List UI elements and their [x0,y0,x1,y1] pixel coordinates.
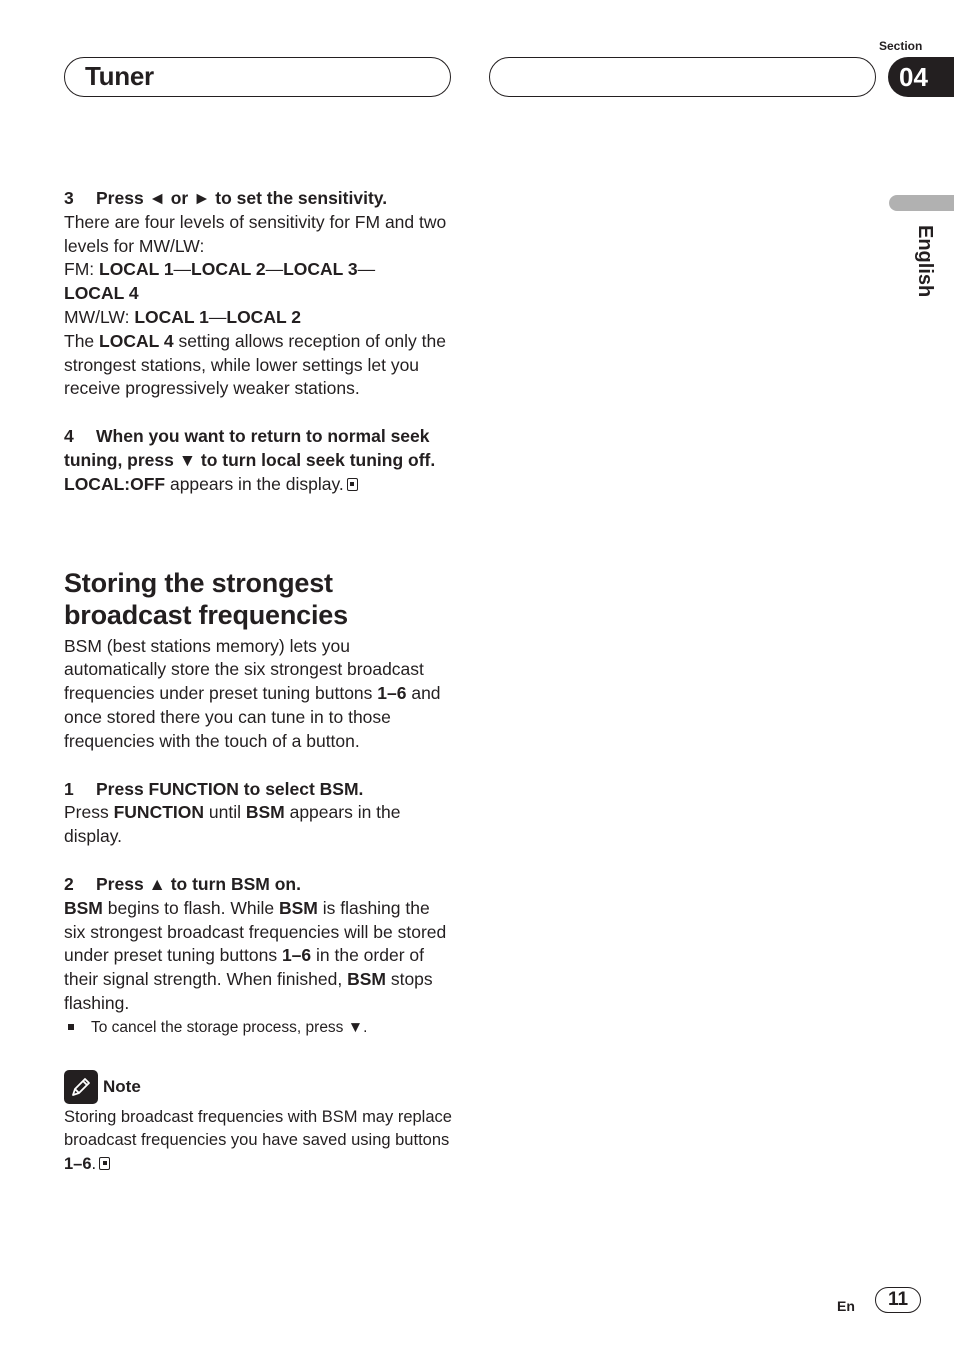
step-3-intro: There are four levels of sensitivity for… [64,211,447,256]
bsm-step-2-heading: 2 Press ▲ to turn BSM on. [64,873,301,894]
end-of-section-icon [346,477,358,491]
bullet-icon [68,1023,74,1030]
fm-levels: FM: LOCAL 1—LOCAL 2—LOCAL 3— LOCAL 4 [64,259,376,304]
section-heading: Storing the strongest broadcast frequenc… [64,567,348,630]
note-header: Note [64,1069,454,1104]
main-column: 3 Press ◄ or ► to set the sensitivity. Th… [64,187,454,1176]
note-label: Note [103,1076,141,1096]
page-number: 11 [875,1287,921,1313]
header-title-frame: Tuner [64,57,451,97]
bsm-step-2-description: BSM begins to flash. While BSM is flashi… [64,897,447,1013]
mwlw-levels: MW/LW: LOCAL 1—LOCAL 2 [64,306,301,327]
language-tab-bar [889,195,954,211]
step-4-description: LOCAL:OFF appears in the display. [64,473,454,497]
header-title: Tuner [85,61,154,91]
footer-language-code: En [837,1298,855,1314]
step-3-description: The LOCAL 4 setting allows reception of … [64,330,446,399]
section-number-tab: 04 [888,57,954,97]
section-label: Section [879,39,923,53]
step-4-heading: 4 When you want to return to normal seek … [64,426,436,470]
bsm-step-1-description: Press FUNCTION until BSM appears in the … [64,802,401,847]
section-number: 04 [899,62,928,92]
cancel-bullet: To cancel the storage process, press ▼. [64,1016,454,1040]
language-label: English [914,225,936,298]
bsm-step-1-heading: 1 Press FUNCTION to select BSM. [64,778,364,799]
pencil-note-icon [64,1069,98,1104]
note-body: Storing broadcast frequencies with BSM m… [64,1107,452,1173]
step-3-heading: 3 Press ◄ or ► to set the sensitivity. [64,188,388,208]
end-of-section-icon [99,1156,111,1170]
bsm-intro: BSM (best stations memory) lets you auto… [64,635,441,751]
header-blank-frame [489,57,876,97]
